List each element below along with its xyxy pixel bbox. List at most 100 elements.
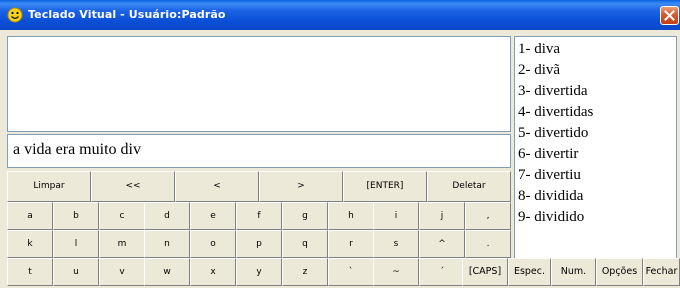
letter-key[interactable]: p [236,230,282,258]
letter-key[interactable]: i [373,202,419,230]
letter-key-label: e [210,211,216,221]
letter-key[interactable]: g [282,202,328,230]
function-key-label: Fechar [645,266,678,277]
suggestion-item[interactable]: 5- divertido [518,123,676,144]
letter-key-label: ` [348,267,354,277]
function-key-label: Opções [601,266,638,277]
suggestion-item[interactable]: 7- divertiu [518,165,676,186]
close-button[interactable] [660,6,679,25]
letter-key-label: f [257,211,261,221]
letter-key-label: y [256,267,262,277]
function-key-label: Num. [560,266,587,277]
letter-key-label: n [164,239,170,249]
control-key[interactable]: Deletar [427,171,511,202]
function-key[interactable]: Espec. [508,258,551,286]
letter-key-label: d [164,211,170,221]
letter-key-label: m [117,239,127,249]
letter-key-label: , [486,211,490,221]
letter-key-label: a [27,211,33,221]
letter-key[interactable]: d [144,202,190,230]
letter-key-label: g [302,211,308,221]
suggestion-item[interactable]: 9- dividido [518,207,676,228]
letter-key-label: x [210,267,216,277]
control-key[interactable]: < [175,171,259,202]
suggestion-item[interactable]: 1- diva [518,39,676,60]
letter-key[interactable]: e [190,202,236,230]
suggestion-item[interactable]: 2- divã [518,60,676,81]
letter-key-label: c [119,211,125,221]
letter-key[interactable]: x [190,258,236,286]
control-key-label: Limpar [33,181,65,191]
control-key[interactable]: [ENTER] [343,171,427,202]
word-suggestion-list[interactable]: 1- diva 2- divã 3- divertida 4- divertidas 5… [514,36,677,263]
letter-key[interactable]: z [282,258,328,286]
letter-key-label: u [73,267,79,277]
letter-key[interactable]: j [419,202,465,230]
letter-key[interactable]: r [328,230,374,258]
function-key[interactable]: Num. [551,258,596,286]
letter-key-label: p [256,239,262,249]
function-key[interactable]: Fechar [643,258,680,286]
function-key[interactable]: [CAPS] [462,258,508,286]
letter-key[interactable]: ´ [419,258,465,286]
letter-key[interactable]: . [465,230,511,258]
letter-key[interactable]: q [282,230,328,258]
control-key[interactable]: > [259,171,343,202]
letter-key[interactable]: f [236,202,282,230]
letter-key[interactable]: o [190,230,236,258]
letter-key-label: ~ [392,267,400,277]
close-icon [664,10,675,21]
letter-key-label: s [393,239,399,249]
suggestion-item[interactable]: 8- dividida [518,186,676,207]
letter-key-label: . [486,239,490,249]
function-key-label: Espec. [513,266,546,277]
letter-key[interactable]: ~ [373,258,419,286]
letter-key-label: r [349,239,353,249]
letter-key-label: z [302,267,308,277]
control-key-label: > [297,181,305,191]
letter-key[interactable]: m [99,230,145,258]
letter-key[interactable]: ^ [419,230,465,258]
letter-key[interactable]: c [99,202,145,230]
suggestion-item[interactable]: 3- divertida [518,81,676,102]
function-key-label: [CAPS] [468,266,502,277]
letter-key-label: b [73,211,79,221]
letter-key[interactable]: , [465,202,511,230]
suggestion-item[interactable]: 6- divertir [518,144,676,165]
letter-key[interactable]: ` [328,258,374,286]
letter-key-label: k [27,239,33,249]
letter-key-label: ^ [438,239,446,249]
letter-key-label: o [210,239,216,249]
letter-key[interactable]: w [144,258,190,286]
letter-key[interactable]: t [7,258,53,286]
letter-key[interactable]: s [373,230,419,258]
letter-key[interactable]: h [328,202,374,230]
letter-key[interactable]: n [144,230,190,258]
virtual-keyboard-window: Teclado Vitual - Usuário:Padrão a vida e… [0,0,680,288]
control-key-label: Deletar [452,181,486,191]
composed-text-field[interactable]: a vida era muito div [7,134,511,168]
letter-key[interactable]: l [53,230,99,258]
letter-key[interactable]: b [53,202,99,230]
function-key[interactable]: Opções [596,258,643,286]
control-key-label: < [213,181,221,191]
letter-key[interactable]: k [7,230,53,258]
letter-key[interactable]: y [236,258,282,286]
letter-key-label: ´ [439,267,445,277]
title-bar[interactable]: Teclado Vitual - Usuário:Padrão [0,0,680,30]
suggestion-item[interactable]: 4- divertidas [518,102,676,123]
letter-key-label: l [74,239,78,249]
letter-key-label: h [348,211,354,221]
letter-key-label: t [28,267,32,277]
text-area[interactable] [7,36,511,132]
letter-key-label: i [394,211,398,221]
letter-key-label: j [440,211,444,221]
smiley-icon [7,7,23,23]
letter-key[interactable]: a [7,202,53,230]
control-key[interactable]: << [91,171,175,202]
control-key[interactable]: Limpar [7,171,91,202]
letter-key[interactable]: u [53,258,99,286]
letter-key[interactable]: v [99,258,145,286]
window-title: Teclado Vitual - Usuário:Padrão [28,8,226,21]
letter-key-label: w [163,267,171,277]
